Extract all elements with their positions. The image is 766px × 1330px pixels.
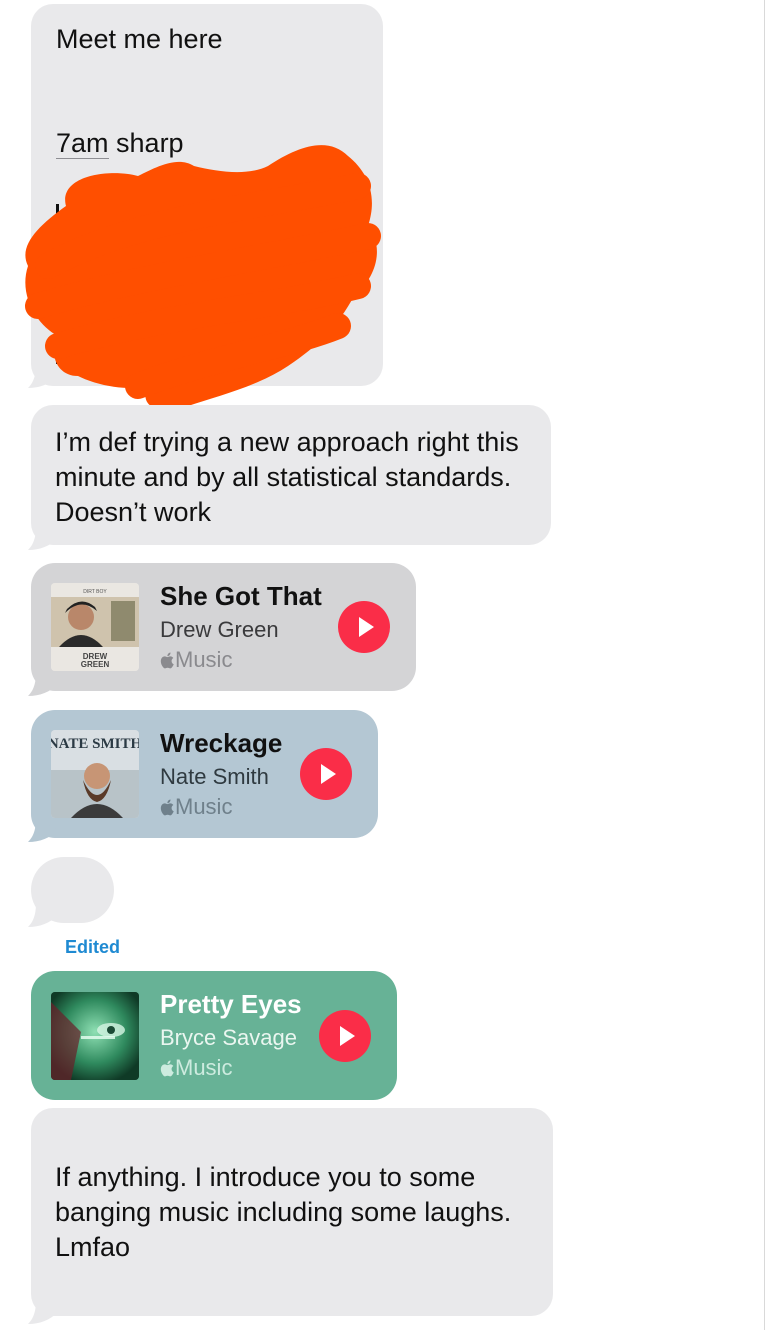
song-title: Wreckage — [160, 728, 283, 758]
artist-name: Drew Green — [160, 617, 279, 642]
message-text: I’m def trying a new approach right this… — [55, 427, 519, 527]
svg-text:GREEN: GREEN — [81, 660, 110, 669]
apple-music-label: Music — [160, 794, 232, 820]
message-bubble-approach[interactable]: I’m def trying a new approach right this… — [31, 405, 551, 545]
apple-logo-icon — [160, 647, 175, 672]
apple-logo-icon — [160, 794, 175, 819]
bubble-tail — [28, 672, 58, 696]
music-card-wreckage[interactable]: NATE SMITH Wreckage Nate Smith Music — [31, 710, 378, 838]
svg-text:DIRT BOY: DIRT BOY — [83, 589, 107, 595]
message-thread: Meet me here 7am sharp I’m def trying a … — [0, 0, 766, 1330]
edited-label[interactable]: Edited — [65, 937, 120, 958]
scrollbar-edge — [764, 0, 765, 1330]
album-art — [51, 992, 139, 1080]
artist-name: Nate Smith — [160, 764, 269, 789]
music-card-she-got-that[interactable]: DIRT BOY DREW GREEN She Got That Drew Gr… — [31, 563, 416, 691]
svg-text:NATE SMITH: NATE SMITH — [51, 736, 139, 752]
apple-music-label: Music — [160, 1055, 232, 1081]
apple-music-label: Music — [160, 647, 232, 673]
play-button[interactable] — [300, 748, 352, 800]
song-title: Pretty Eyes — [160, 989, 302, 1019]
message-line: Meet me here — [56, 24, 223, 54]
message-text: If anything. I introduce you to some ban… — [55, 1162, 512, 1262]
artist-name: Bryce Savage — [160, 1025, 297, 1050]
song-title: She Got That — [160, 581, 322, 611]
redaction-scribble — [25, 145, 381, 410]
album-art: NATE SMITH — [51, 730, 139, 818]
bubble-tail — [28, 1300, 58, 1324]
bubble-tail — [28, 526, 58, 550]
bubble-tail — [28, 903, 58, 927]
play-button[interactable] — [338, 601, 390, 653]
music-card-pretty-eyes[interactable]: Pretty Eyes Bryce Savage Music — [31, 971, 397, 1100]
bubble-tail — [28, 818, 58, 842]
message-bubble-banging-music[interactable]: If anything. I introduce you to some ban… — [31, 1108, 553, 1316]
album-art: DIRT BOY DREW GREEN — [51, 583, 139, 671]
apple-logo-icon — [160, 1055, 175, 1080]
play-button[interactable] — [319, 1010, 371, 1062]
